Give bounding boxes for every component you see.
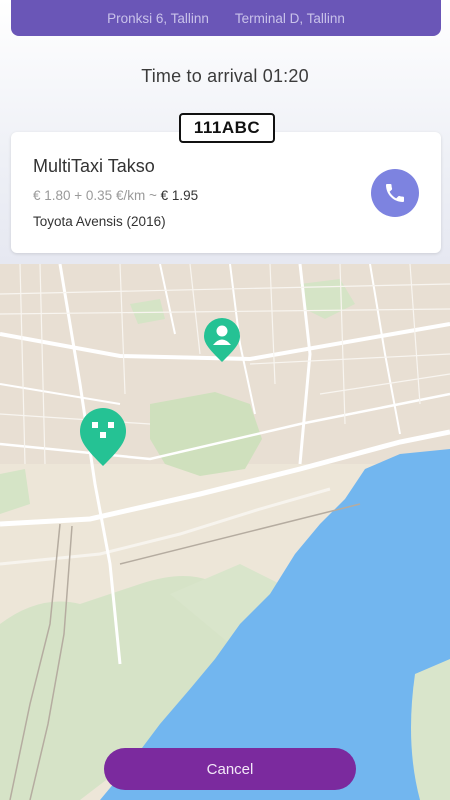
taxi-company-name: MultiTaxi Takso bbox=[33, 156, 155, 176]
phone-icon bbox=[386, 184, 404, 202]
park-area bbox=[150, 392, 262, 476]
cancel-button[interactable]: Cancel bbox=[104, 748, 356, 790]
taxi-info-card: MultiTaxi Takso € 1.80 + 0.35 €/km ~ € 1… bbox=[11, 132, 441, 253]
fare-separator: ~ bbox=[145, 188, 161, 203]
fare-total: € 1.95 bbox=[160, 188, 199, 203]
map-view[interactable] bbox=[0, 264, 450, 800]
arrival-time: Time to arrival 01:20 bbox=[141, 66, 309, 86]
shore-area bbox=[411, 659, 450, 800]
map-canvas[interactable] bbox=[0, 264, 450, 800]
license-plate: 111ABC bbox=[179, 113, 275, 143]
route-bar: Pronksi 6, Tallinn Terminal D, Tallinn bbox=[11, 0, 441, 36]
destination-address: Terminal D, Tallinn bbox=[234, 10, 345, 26]
call-driver-button[interactable] bbox=[371, 169, 419, 217]
pickup-address: Pronksi 6, Tallinn bbox=[107, 10, 209, 26]
car-model: Toyota Avensis (2016) bbox=[33, 214, 166, 229]
fare-info: € 1.80 + 0.35 €/km ~ € 1.95 bbox=[33, 188, 198, 203]
fare-formula: € 1.80 + 0.35 €/km bbox=[33, 188, 146, 203]
